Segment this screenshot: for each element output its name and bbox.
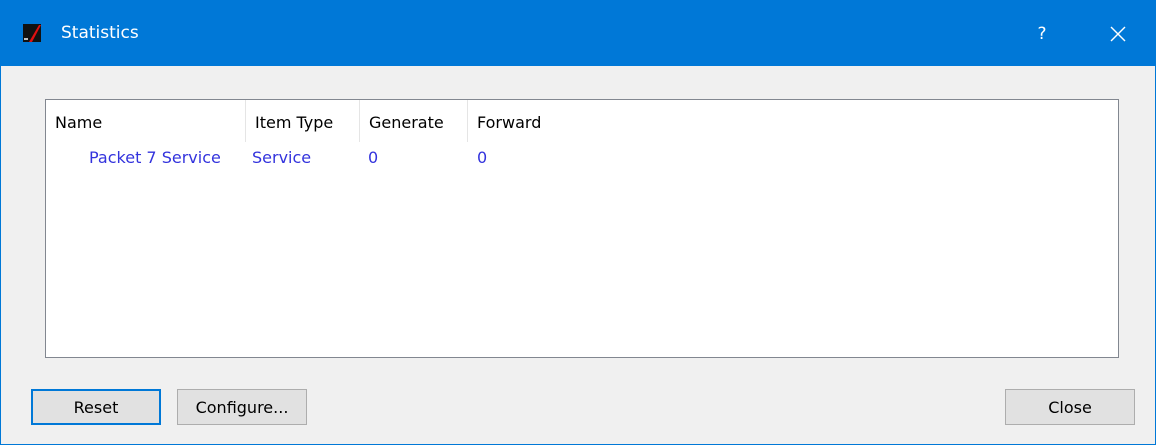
statistics-dialog: Statistics ? Name Item Type Generate For… [0, 0, 1156, 445]
help-button[interactable]: ? [1022, 14, 1062, 54]
table-row[interactable]: Packet 7 Service Service 0 0 [46, 142, 1118, 174]
column-header-item-type[interactable]: Item Type [246, 100, 360, 142]
reset-button[interactable]: Reset [31, 389, 161, 425]
column-header-name[interactable]: Name [46, 100, 246, 142]
cell-item-type: Service [252, 148, 312, 167]
cell-name: Packet 7 Service [89, 148, 221, 167]
cell-forward: 0 [477, 148, 488, 167]
close-window-icon[interactable] [1098, 14, 1138, 54]
column-header-forward[interactable]: Forward [468, 100, 1116, 142]
table-header: Name Item Type Generate Forward [46, 100, 1118, 142]
column-header-generate[interactable]: Generate [360, 100, 468, 142]
title-bar[interactable]: Statistics ? [1, 0, 1156, 66]
configure-button[interactable]: Configure... [177, 389, 307, 425]
window-title: Statistics [61, 23, 139, 43]
cell-generate: 0 [368, 148, 379, 167]
close-button[interactable]: Close [1005, 389, 1135, 425]
statistics-table[interactable]: Name Item Type Generate Forward Packet 7… [45, 99, 1119, 358]
app-icon [23, 24, 41, 42]
